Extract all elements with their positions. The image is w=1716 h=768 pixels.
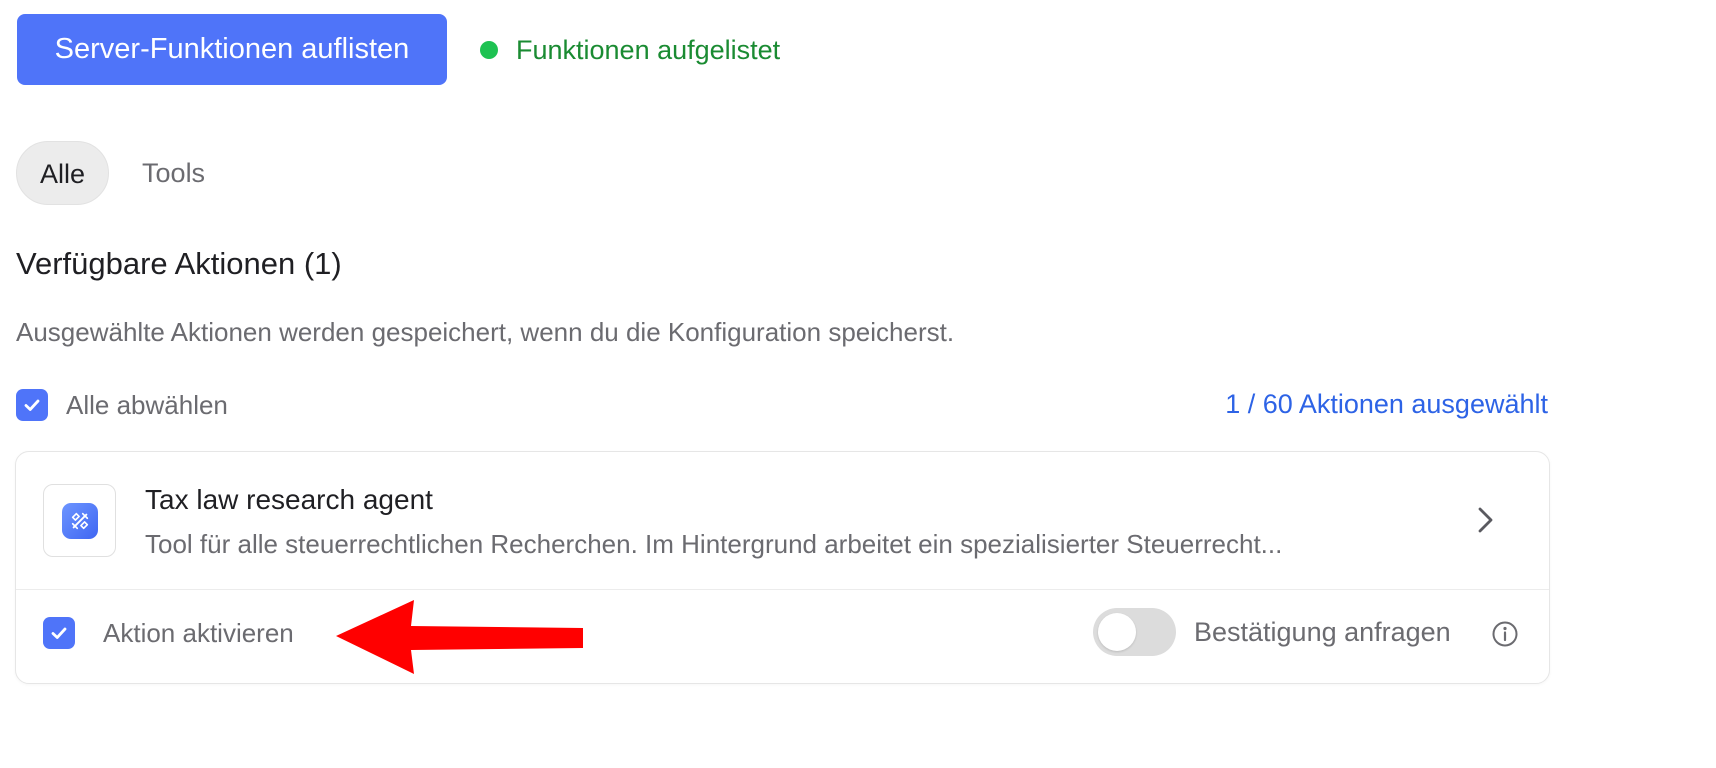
confirmation-label: Bestätigung anfragen	[1194, 617, 1451, 647]
status-indicator: Funktionen aufgelistet	[480, 30, 780, 70]
checkmark-icon	[24, 399, 40, 411]
tab-tools[interactable]: Tools	[119, 141, 228, 205]
tool-icon-container	[43, 484, 116, 557]
action-card: Tax law research agent Tool für alle ste…	[15, 451, 1550, 684]
checkmark-icon	[51, 627, 67, 639]
red-arrow-annotation	[336, 600, 583, 674]
selected-count: 1 / 60 Aktionen ausgewählt	[1225, 389, 1548, 419]
tool-icon	[61, 502, 98, 539]
enable-action-label[interactable]: Aktion aktivieren	[103, 618, 294, 649]
section-description: Ausgewählte Aktionen werden gespeichert,…	[16, 317, 955, 347]
status-dot-icon	[480, 41, 498, 59]
toggle-knob	[1098, 613, 1136, 651]
enable-action-row: Aktion aktivieren	[43, 617, 294, 649]
tool-description: Tool für alle steuerrechtlichen Recherch…	[145, 529, 1283, 559]
confirmation-toggle[interactable]	[1093, 608, 1176, 656]
select-all-label[interactable]: Alle abwählen	[66, 390, 228, 421]
list-server-functions-button[interactable]: Server-Funktionen auflisten	[17, 14, 447, 85]
pencil-ruler-icon	[71, 512, 88, 529]
section-title: Verfügbare Aktionen (1)	[16, 246, 342, 281]
tab-alle[interactable]: Alle	[16, 141, 110, 205]
filter-tabs: Alle Tools	[16, 141, 228, 205]
action-card-header[interactable]: Tax law research agent Tool für alle ste…	[16, 452, 1549, 590]
select-all-checkbox[interactable]	[16, 389, 48, 421]
action-card-footer: Aktion aktivieren Bestätigung anfragen	[16, 591, 1549, 683]
tool-name: Tax law research agent	[145, 484, 433, 515]
info-icon[interactable]	[1491, 620, 1519, 648]
chevron-right-icon[interactable]	[1471, 504, 1499, 536]
select-all-row: Alle abwählen	[16, 389, 228, 421]
status-text: Funktionen aufgelistet	[516, 34, 781, 65]
enable-action-checkbox[interactable]	[43, 617, 75, 649]
